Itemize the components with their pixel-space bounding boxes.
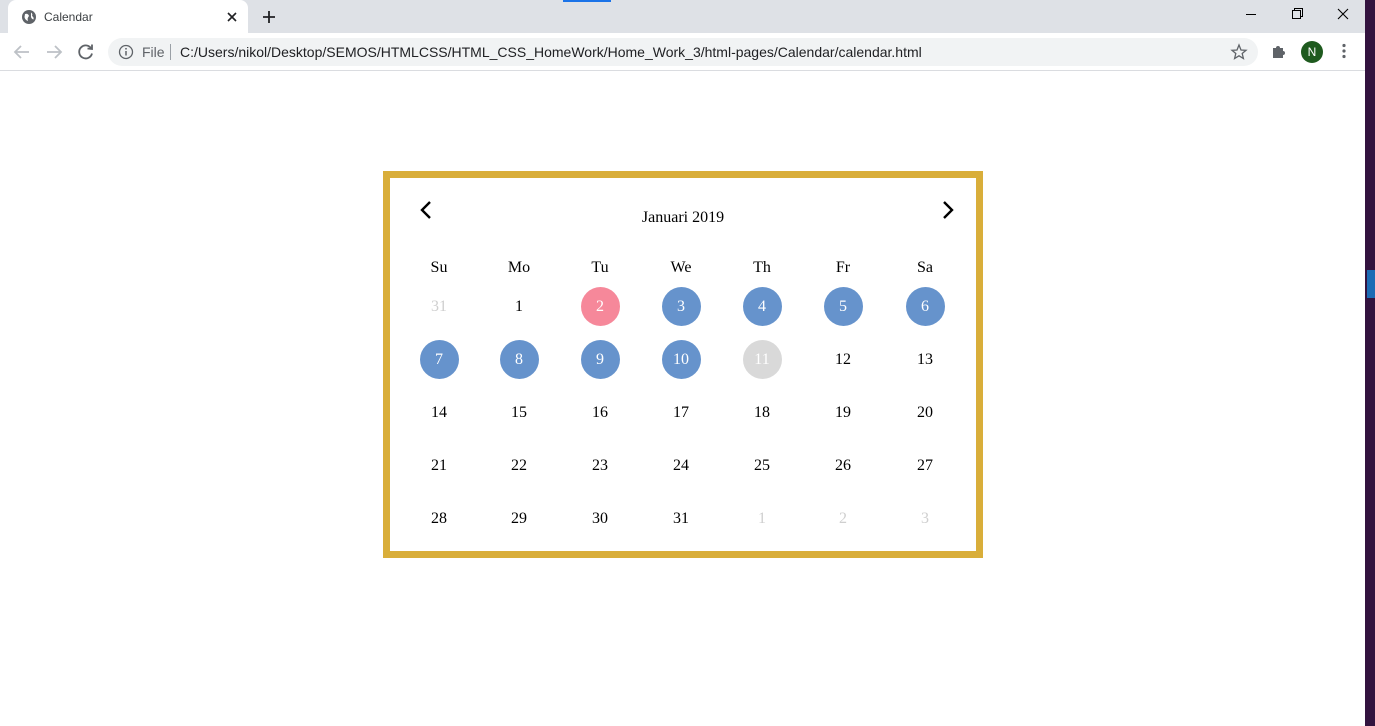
weekday-label: Fr xyxy=(835,259,851,276)
window-close-icon[interactable] xyxy=(1320,0,1366,30)
calendar-day[interactable]: 30 xyxy=(581,499,620,538)
bookmark-star-icon[interactable] xyxy=(1230,43,1248,61)
calendar-day[interactable]: 20 xyxy=(906,393,945,432)
address-bar[interactable]: File C:/Users/nikol/Desktop/SEMOS/HTMLCS… xyxy=(108,38,1258,66)
weekday-label: Th xyxy=(753,259,771,276)
calendar-day-muted[interactable]: 2 xyxy=(824,499,863,538)
calendar-day[interactable]: 29 xyxy=(500,499,539,538)
calendar-day[interactable]: 23 xyxy=(581,446,620,485)
weekday-label: Sa xyxy=(917,259,933,276)
omnibox-divider xyxy=(170,44,171,60)
url-text[interactable]: C:/Users/nikol/Desktop/SEMOS/HTMLCSS/HTM… xyxy=(180,44,922,60)
calendar-day[interactable]: 24 xyxy=(662,446,701,485)
calendar-day-selected[interactable]: 8 xyxy=(499,340,539,379)
calendar-day-selected[interactable]: 6 xyxy=(905,287,945,326)
calendar-day[interactable]: 26 xyxy=(824,446,863,485)
back-arrow-icon[interactable] xyxy=(11,41,33,63)
calendar-day-selected[interactable]: 4 xyxy=(742,287,782,326)
calendar-day[interactable]: 19 xyxy=(824,393,863,432)
calendar-day-muted[interactable]: 3 xyxy=(906,499,945,538)
weekday-label: We xyxy=(670,259,692,276)
calendar-day-muted[interactable]: 1 xyxy=(743,499,782,538)
plus-icon[interactable] xyxy=(260,8,278,26)
calendar-day[interactable]: 15 xyxy=(500,393,539,432)
calendar-day[interactable]: 22 xyxy=(500,446,539,485)
tab-calendar[interactable]: Calendar xyxy=(8,0,248,33)
forward-arrow-icon[interactable] xyxy=(43,41,65,63)
calendar-widget: Januari 2019 Su Mo Tu We Th Fr Sa 31 1 2 3 4 5 6 7 8 9 1… xyxy=(383,171,983,558)
weekday-label: Su xyxy=(430,259,448,276)
weekday-label: Tu xyxy=(591,259,609,276)
background-window-accent xyxy=(1367,270,1375,298)
restore-icon[interactable] xyxy=(1274,0,1320,30)
info-icon[interactable] xyxy=(118,44,134,60)
calendar-day[interactable]: 1 xyxy=(500,287,539,326)
calendar-day[interactable]: 31 xyxy=(662,499,701,538)
calendar-day[interactable]: 27 xyxy=(906,446,945,485)
extensions-puzzle-icon[interactable] xyxy=(1270,42,1288,60)
reload-icon[interactable] xyxy=(75,41,97,63)
calendar-day[interactable]: 21 xyxy=(420,446,459,485)
calendar-day-selected[interactable]: 3 xyxy=(661,287,701,326)
calendar-day-highlight[interactable]: 11 xyxy=(742,340,782,379)
calendar-day-today[interactable]: 2 xyxy=(580,287,620,326)
calendar-month-title: Januari 2019 xyxy=(641,209,725,226)
calendar-day-selected[interactable]: 5 xyxy=(823,287,863,326)
browser-toolbar: File C:/Users/nikol/Desktop/SEMOS/HTMLCS… xyxy=(0,33,1365,71)
more-vertical-icon[interactable] xyxy=(1335,42,1353,60)
tab-strip: Calendar xyxy=(0,0,1375,33)
chevron-right-icon[interactable] xyxy=(938,198,958,222)
background-window-edge xyxy=(1365,0,1375,726)
calendar-day-selected[interactable]: 10 xyxy=(661,340,701,379)
tab-title: Calendar xyxy=(44,10,93,24)
calendar-day-muted[interactable]: 31 xyxy=(420,287,459,326)
calendar-day[interactable]: 13 xyxy=(906,340,945,379)
weekday-label: Mo xyxy=(507,259,531,276)
calendar-day[interactable]: 17 xyxy=(662,393,701,432)
calendar-day-selected[interactable]: 7 xyxy=(419,340,459,379)
close-icon[interactable] xyxy=(224,9,240,25)
globe-icon xyxy=(22,10,36,24)
scheme-label: File xyxy=(142,44,165,60)
calendar-day[interactable]: 28 xyxy=(420,499,459,538)
calendar-day[interactable]: 25 xyxy=(743,446,782,485)
calendar-day[interactable]: 16 xyxy=(581,393,620,432)
profile-avatar[interactable]: N xyxy=(1301,41,1323,63)
tab-search-indicator xyxy=(563,0,611,2)
calendar-day-selected[interactable]: 9 xyxy=(580,340,620,379)
minimize-icon[interactable] xyxy=(1228,0,1274,30)
calendar-day[interactable]: 14 xyxy=(420,393,459,432)
calendar-day[interactable]: 12 xyxy=(824,340,863,379)
calendar-day[interactable]: 18 xyxy=(743,393,782,432)
